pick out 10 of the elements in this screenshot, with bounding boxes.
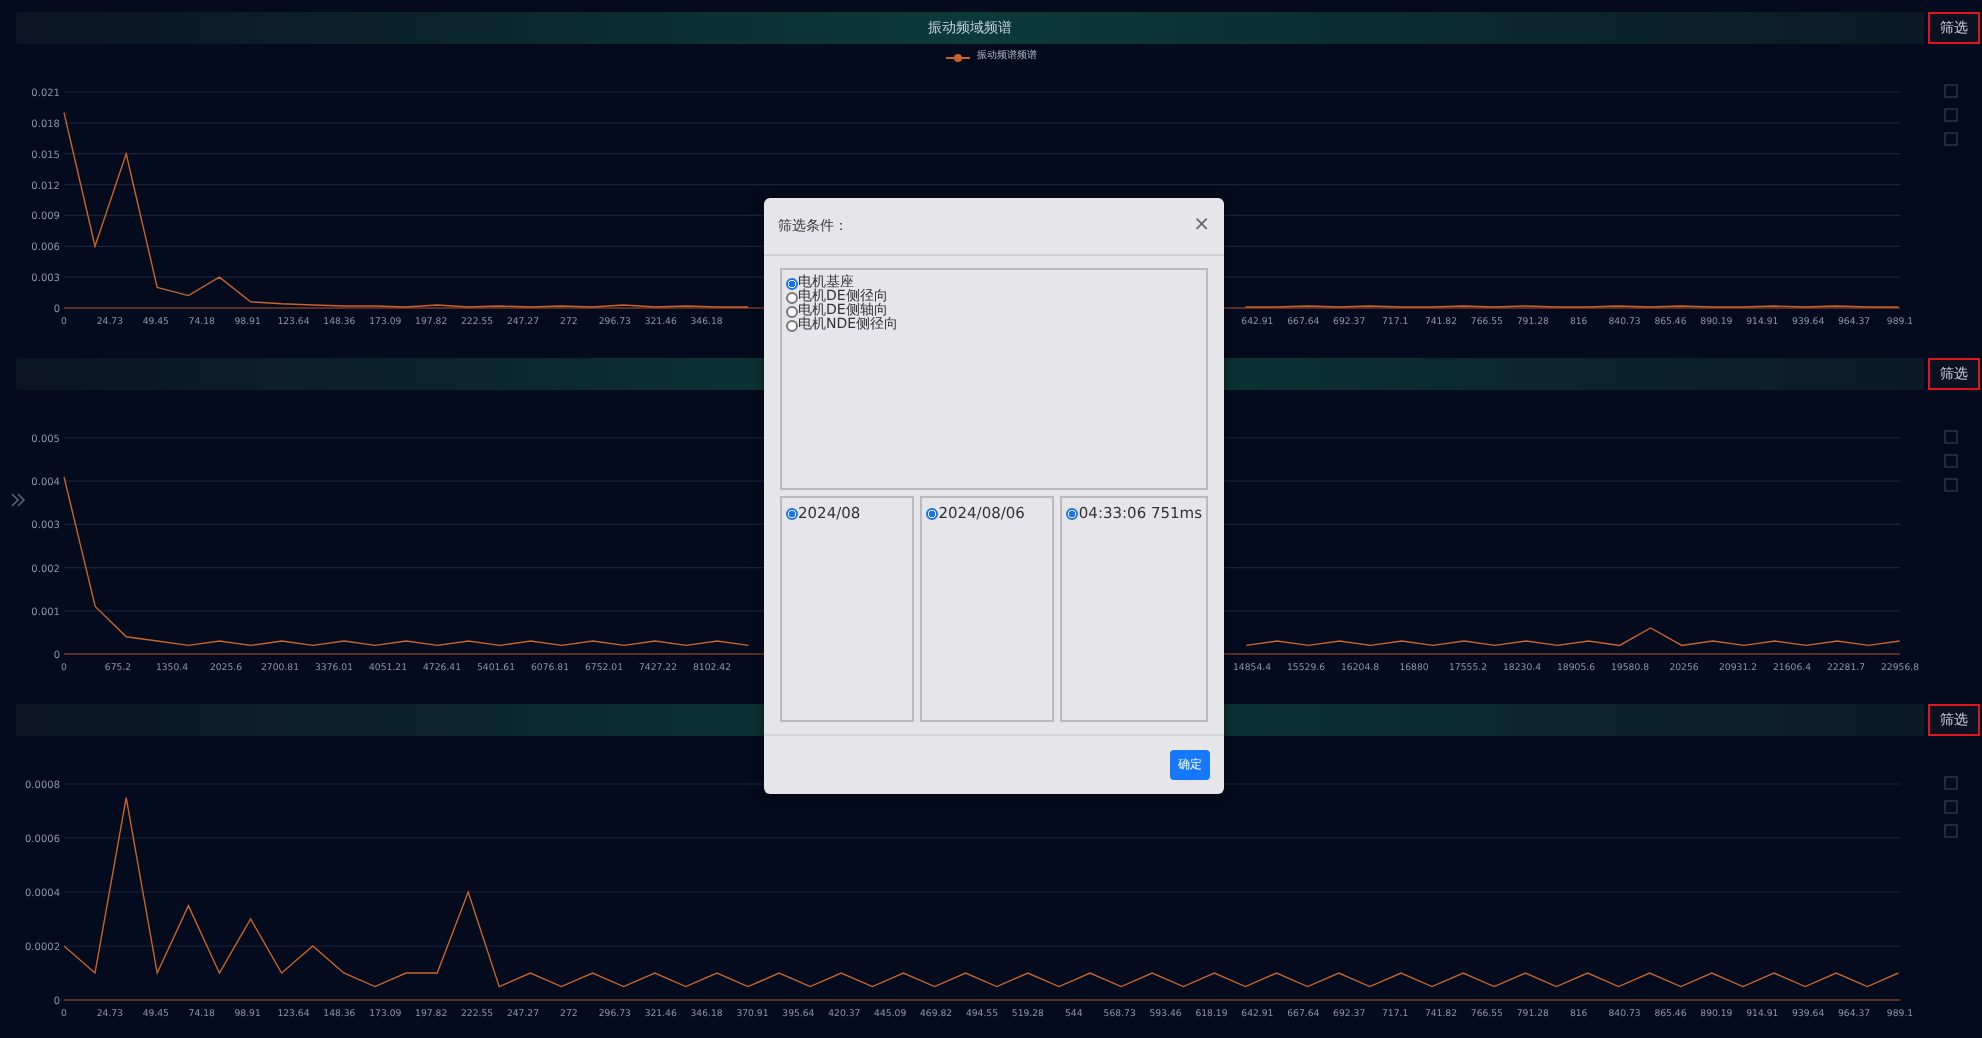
legend-icon bbox=[945, 52, 969, 64]
radio-button[interactable] bbox=[786, 291, 798, 303]
chevron-icon bbox=[11, 493, 26, 507]
radio-button[interactable] bbox=[1066, 507, 1079, 519]
close-button[interactable]: × bbox=[1193, 216, 1210, 236]
radio-button[interactable] bbox=[786, 305, 798, 317]
radio-button[interactable] bbox=[926, 507, 939, 519]
radio-button[interactable] bbox=[786, 319, 798, 331]
radio-button[interactable] bbox=[786, 277, 798, 289]
radio-button[interactable] bbox=[786, 507, 798, 519]
